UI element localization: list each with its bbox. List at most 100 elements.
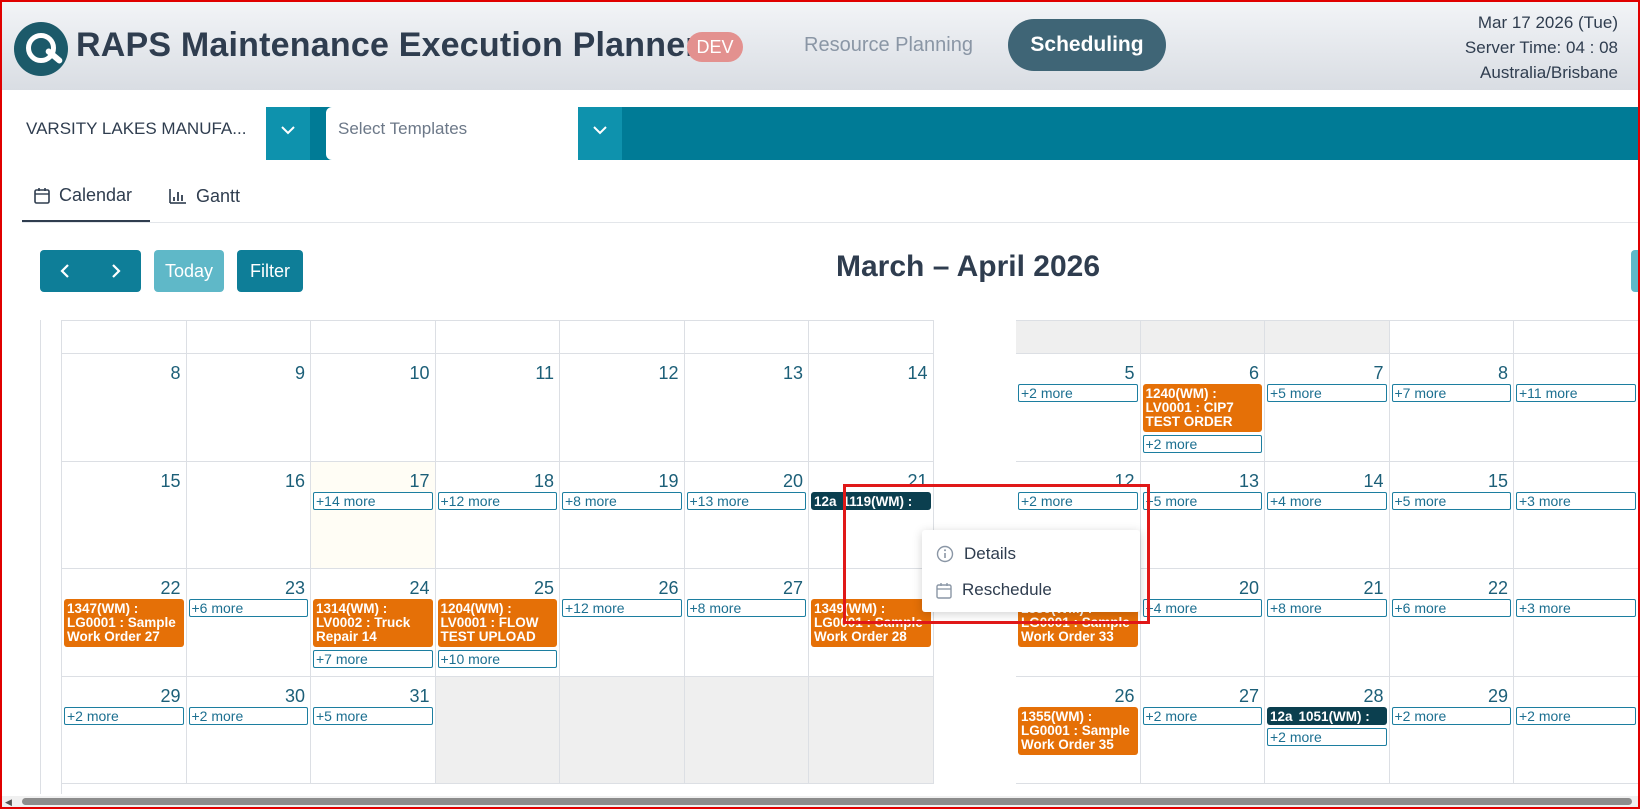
day-cell[interactable]: 2812a1051(WM) : LV0002 : LEAKING +2 more — [1265, 676, 1390, 784]
day-cell[interactable]: 26 1355(WM) : LG0001 : Sample Work Order … — [1016, 676, 1141, 784]
tab-gantt[interactable]: Gantt — [167, 170, 257, 222]
day-cell[interactable] — [435, 676, 560, 784]
day-cell[interactable]: 16 — [186, 461, 311, 569]
more-events-link[interactable]: +2 more — [1267, 727, 1387, 746]
day-cell[interactable]: 8 — [62, 354, 187, 462]
filter-button[interactable]: Filter — [237, 250, 303, 292]
day-cell[interactable]: 13 +5 more — [1140, 461, 1265, 569]
more-events-link[interactable]: +5 more — [1142, 491, 1262, 510]
prev-button[interactable] — [40, 250, 90, 292]
more-events-link[interactable]: +13 more — [686, 491, 806, 510]
day-cell[interactable]: 14 — [809, 354, 934, 462]
day-cell[interactable]: 13 — [684, 354, 809, 462]
more-events-link[interactable]: +2 more — [1018, 384, 1138, 402]
side-panel-tab[interactable] — [1631, 250, 1640, 292]
day-cell[interactable]: 17 +14 more — [311, 461, 436, 569]
day-cell[interactable]: 29 +2 more — [1389, 676, 1514, 784]
day-cell[interactable]: 18 +12 more — [435, 461, 560, 569]
day-cell[interactable]: 22 +6 more — [1389, 569, 1514, 677]
day-cell[interactable]: 9 — [186, 354, 311, 462]
day-cell[interactable]: 30 +2 more — [186, 676, 311, 784]
more-events-link[interactable]: +8 more — [686, 599, 806, 617]
next-button[interactable] — [91, 250, 141, 292]
day-cell[interactable]: 10 — [311, 354, 436, 462]
day-cell[interactable]: 6 1240(WM) : LV0001 : CIP7 TEST ORDER +2 m… — [1140, 354, 1265, 462]
horizontal-scrollbar[interactable]: ◀ — [2, 796, 1638, 807]
day-cell[interactable] — [809, 676, 934, 784]
day-cell[interactable]: 26 +12 more — [560, 569, 685, 677]
more-events-link[interactable]: +7 more — [313, 650, 433, 668]
day-cell[interactable]: 15 +5 more — [1389, 461, 1514, 569]
day-cell[interactable]: 15 — [62, 461, 187, 569]
day-cell[interactable]: 27 +8 more — [684, 569, 809, 677]
more-events-link[interactable]: +2 more — [1142, 435, 1262, 453]
more-events-link[interactable]: +6 more — [1391, 599, 1511, 617]
more-events-link[interactable]: +14 more — [313, 491, 433, 510]
day-cell[interactable]: 11 — [435, 354, 560, 462]
more-events-link[interactable]: +12 more — [562, 599, 682, 617]
day-cell[interactable]: 7 +5 more — [1265, 354, 1390, 462]
more-events-link[interactable]: +7 more — [1391, 384, 1511, 402]
calendar-event[interactable]: 1204(WM) : LV0001 : FLOW TEST UPLOAD — [437, 599, 557, 647]
calendar-event[interactable]: 1314(WM) : LV0002 : Truck Repair 14 — [313, 599, 433, 647]
template-select[interactable]: Select Templates — [326, 107, 578, 160]
day-cell[interactable] — [560, 676, 685, 784]
more-events-link[interactable]: +5 more — [1267, 384, 1387, 402]
more-events-link[interactable]: +5 more — [313, 706, 433, 725]
more-events-link[interactable]: +4 more — [1267, 491, 1387, 510]
context-details[interactable]: Details — [936, 540, 1016, 568]
day-cell[interactable]: +11 more — [1514, 354, 1639, 462]
template-dropdown-button[interactable] — [578, 107, 622, 160]
calendar-event[interactable]: 12a1119(WM) : SYC0004 : LVS Se — [811, 491, 931, 510]
more-events-link[interactable]: +11 more — [1516, 384, 1636, 402]
calendar-event[interactable]: 12a1051(WM) : LV0002 : LEAKING — [1267, 706, 1387, 725]
day-cell[interactable]: 23 +6 more — [186, 569, 311, 677]
day-cell[interactable]: 14 +4 more — [1265, 461, 1390, 569]
day-cell[interactable]: 1349(WM) : LG0001 : Sample Work Order 28 — [809, 569, 934, 677]
calendar-event[interactable]: 1347(WM) : LG0001 : Sample Work Order 27 — [64, 599, 184, 647]
scroll-left-icon[interactable]: ◀ — [5, 797, 12, 808]
more-events-link[interactable]: +5 more — [1391, 491, 1511, 510]
day-cell[interactable]: 27 +2 more — [1140, 676, 1265, 784]
calendar-event[interactable]: 1240(WM) : LV0001 : CIP7 TEST ORDER — [1142, 384, 1262, 432]
nav-scheduling[interactable]: Scheduling — [1008, 19, 1166, 71]
nav-resource-planning[interactable]: Resource Planning — [804, 34, 973, 57]
day-cell[interactable]: 8 +7 more — [1389, 354, 1514, 462]
day-cell[interactable]: 29 +2 more — [62, 676, 187, 784]
more-events-link[interactable]: +2 more — [1516, 706, 1636, 725]
calendar-event[interactable]: 1349(WM) : LG0001 : Sample Work Order 28 — [811, 599, 931, 647]
day-cell[interactable]: +2 more — [1514, 676, 1639, 784]
day-cell[interactable]: 12 — [560, 354, 685, 462]
day-cell[interactable] — [684, 676, 809, 784]
day-cell[interactable]: 31 +5 more — [311, 676, 436, 784]
day-cell[interactable]: 20 +13 more — [684, 461, 809, 569]
today-button[interactable]: Today — [154, 250, 224, 292]
more-events-link[interactable]: +8 more — [562, 491, 682, 510]
more-events-link[interactable]: +2 more — [188, 706, 308, 725]
day-cell[interactable]: 20 +4 more — [1140, 569, 1265, 677]
more-events-link[interactable]: +3 more — [1516, 599, 1636, 617]
day-cell[interactable]: 24 1314(WM) : LV0002 : Truck Repair 14 +7 … — [311, 569, 436, 677]
day-cell[interactable]: 22 1347(WM) : LG0001 : Sample Work Order … — [62, 569, 187, 677]
day-cell[interactable]: 2112a1119(WM) : SYC0004 : LVS Se — [809, 461, 934, 569]
more-events-link[interactable]: +2 more — [1391, 706, 1511, 725]
scrollbar-thumb[interactable] — [22, 798, 1632, 805]
day-cell[interactable]: +3 more — [1514, 461, 1639, 569]
day-cell[interactable]: 19 +8 more — [560, 461, 685, 569]
tab-calendar[interactable]: Calendar — [22, 170, 150, 222]
more-events-link[interactable]: +6 more — [188, 599, 308, 617]
more-events-link[interactable]: +2 more — [1142, 706, 1262, 725]
day-cell[interactable]: +3 more — [1514, 569, 1639, 677]
more-events-link[interactable]: +2 more — [1018, 491, 1138, 510]
more-events-link[interactable]: +2 more — [64, 706, 184, 725]
more-events-link[interactable]: +8 more — [1267, 599, 1387, 617]
site-select[interactable]: VARSITY LAKES MANUFA... — [14, 107, 266, 160]
day-cell[interactable]: 21 +8 more — [1265, 569, 1390, 677]
more-events-link[interactable]: +10 more — [437, 650, 557, 668]
calendar-event[interactable]: 1355(WM) : LG0001 : Sample Work Order 35 — [1018, 706, 1138, 755]
more-events-link[interactable]: +12 more — [437, 491, 557, 510]
more-events-link[interactable]: +3 more — [1516, 491, 1636, 510]
day-cell[interactable]: 25 1204(WM) : LV0001 : FLOW TEST UPLOAD +1… — [435, 569, 560, 677]
site-dropdown-button[interactable] — [266, 107, 310, 160]
context-reschedule[interactable]: Reschedule — [936, 576, 1052, 604]
